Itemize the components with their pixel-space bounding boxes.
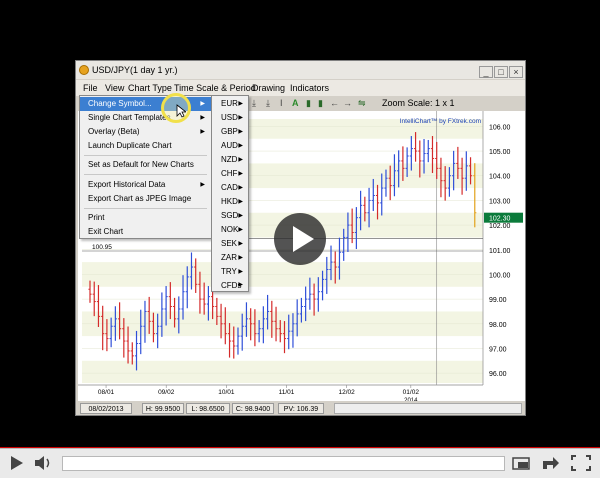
menu-indicators[interactable]: Indicators bbox=[290, 80, 329, 96]
menu-drawing[interactable]: Drawing bbox=[252, 80, 285, 96]
symbol-item[interactable]: AUD ▶ bbox=[212, 139, 248, 153]
app-icon bbox=[79, 65, 89, 75]
menu-view[interactable]: View bbox=[105, 80, 124, 96]
submenu-arrow-icon: ▶ bbox=[200, 129, 205, 135]
status-bar: 08/02/2013 H: 99.9500 L: 98.6500 C: 98.9… bbox=[76, 402, 525, 415]
x-sub-label: 2014 bbox=[404, 398, 418, 401]
zoom-icon[interactable]: ⇋ bbox=[358, 96, 366, 110]
symbol-submenu: EUR ▶ USD ▶ GBP ▶ AUD ▶ NZD ▶ CHF ▶ CAD ▶ HKD ▶ … bbox=[211, 95, 249, 292]
play-icon bbox=[293, 226, 314, 252]
symbol-item[interactable]: SEK ▶ bbox=[212, 237, 248, 251]
menu-file[interactable]: File bbox=[83, 80, 98, 96]
chart-band bbox=[82, 360, 483, 383]
download-alt-icon[interactable]: ⤓ bbox=[266, 96, 270, 110]
x-tick-label: 12/02 bbox=[339, 389, 356, 396]
symbol-item[interactable]: CFDs ▶ bbox=[212, 279, 248, 292]
x-tick-label: 11/01 bbox=[279, 389, 295, 396]
status-low: L: 98.6500 bbox=[186, 403, 230, 414]
current-price-label: 102.30 bbox=[489, 216, 511, 223]
menu-time-scale[interactable]: Time Scale & Period bbox=[174, 80, 256, 96]
menu-item-duplicate-chart[interactable]: Launch Duplicate Chart bbox=[80, 139, 211, 153]
status-high: H: 99.9500 bbox=[142, 403, 184, 414]
symbol-item[interactable]: HKD ▶ bbox=[212, 195, 248, 209]
file-menu: Change Symbol... ▶ Single Chart Templates… bbox=[79, 95, 212, 239]
menu-item-export-jpeg[interactable]: Export Chart as JPEG Image bbox=[80, 192, 211, 206]
download-icon[interactable]: ⤓ bbox=[252, 96, 256, 110]
symbol-item[interactable]: SGD ▶ bbox=[212, 209, 248, 223]
seek-bar[interactable] bbox=[62, 456, 505, 471]
status-pv: PV: 106.39 bbox=[278, 403, 324, 414]
x-tick-label: 08/01 bbox=[98, 389, 115, 396]
menu-item-export-data[interactable]: Export Historical Data ▶ bbox=[80, 178, 211, 192]
submenu-arrow-icon: ▶ bbox=[200, 101, 205, 107]
status-close: C: 98.9400 bbox=[232, 403, 274, 414]
menu-separator bbox=[84, 208, 207, 209]
horizontal-level-label: 100.95 bbox=[92, 244, 112, 251]
maximize-button[interactable]: □ bbox=[494, 66, 508, 78]
toolbar: ⤓ ⤓ I A ▮ ▮ ← → ⇋ Zoom Scale: 1 x 1 bbox=[248, 96, 525, 110]
cursor-line-icon[interactable]: I bbox=[280, 96, 283, 110]
play-button-icon[interactable] bbox=[10, 455, 24, 471]
menu-item-chart-templates[interactable]: Single Chart Templates ▶ bbox=[80, 111, 211, 125]
mini-player-icon[interactable] bbox=[512, 455, 532, 471]
menu-item-change-symbol[interactable]: Change Symbol... ▶ bbox=[80, 97, 211, 111]
volume-icon[interactable] bbox=[34, 455, 54, 471]
symbol-item[interactable]: CHF ▶ bbox=[212, 167, 248, 181]
symbol-item[interactable]: NZD ▶ bbox=[212, 153, 248, 167]
menu-item-set-default[interactable]: Set as Default for New Charts bbox=[80, 158, 211, 172]
y-tick-label: 106.00 bbox=[489, 124, 511, 131]
y-tick-label: 101.00 bbox=[489, 248, 511, 255]
y-tick-label: 102.00 bbox=[489, 223, 511, 230]
status-date: 08/02/2013 bbox=[80, 403, 132, 414]
symbol-item[interactable]: ZAR ▶ bbox=[212, 251, 248, 265]
x-tick-label: 10/01 bbox=[218, 389, 235, 396]
text-tool-icon[interactable]: A bbox=[292, 96, 299, 110]
symbol-item[interactable]: EUR ▶ bbox=[212, 97, 248, 111]
menu-item-exit-chart[interactable]: Exit Chart bbox=[80, 225, 211, 239]
menu-bar: File View Chart Type Time Scale & Period… bbox=[76, 80, 525, 96]
symbol-item[interactable]: NOK ▶ bbox=[212, 223, 248, 237]
horizontal-scrollbar[interactable] bbox=[334, 403, 522, 414]
brand-label: IntelliChart™ by FXtrek.com bbox=[400, 118, 481, 125]
title-bar: USD/JPY(1 day 1 yr.) _ □ × bbox=[76, 61, 525, 79]
symbol-item[interactable]: USD ▶ bbox=[212, 111, 248, 125]
fullscreen-icon[interactable] bbox=[571, 455, 591, 471]
menu-separator bbox=[84, 155, 207, 156]
y-tick-label: 105.00 bbox=[489, 149, 511, 156]
window-title: USD/JPY(1 day 1 yr.) bbox=[92, 65, 178, 75]
video-player-controls bbox=[0, 448, 600, 478]
arrow-left-icon[interactable]: ← bbox=[330, 96, 339, 110]
minimize-button[interactable]: _ bbox=[479, 66, 493, 78]
y-tick-label: 96.00 bbox=[489, 371, 507, 378]
y-tick-label: 97.00 bbox=[489, 346, 507, 353]
window-controls: _ □ × bbox=[478, 63, 523, 81]
y-tick-label: 99.00 bbox=[489, 297, 507, 304]
x-tick-label: 09/02 bbox=[158, 389, 175, 396]
menu-separator bbox=[84, 174, 207, 175]
menu-item-overlay[interactable]: Overlay (Beta) ▶ bbox=[80, 125, 211, 139]
x-tick-label: 01/02 bbox=[403, 389, 420, 396]
menu-chart-type[interactable]: Chart Type bbox=[128, 80, 172, 96]
symbol-item[interactable]: GBP ▶ bbox=[212, 125, 248, 139]
close-button[interactable]: × bbox=[509, 66, 523, 78]
symbol-item[interactable]: TRY ▶ bbox=[212, 265, 248, 279]
zoom-scale-label: Zoom Scale: 1 x 1 bbox=[382, 98, 455, 108]
mouse-pointer-icon bbox=[176, 104, 186, 118]
bar-chart-icon[interactable]: ▮ bbox=[306, 96, 311, 110]
submenu-arrow-icon: ▶ bbox=[200, 115, 205, 121]
symbol-item[interactable]: CAD ▶ bbox=[212, 181, 248, 195]
submenu-arrow-icon: ▶ bbox=[200, 182, 205, 188]
volume-icon[interactable]: ▮ bbox=[318, 96, 323, 110]
y-tick-label: 104.00 bbox=[489, 174, 511, 181]
play-overlay-button[interactable] bbox=[274, 213, 326, 265]
menu-item-print[interactable]: Print bbox=[80, 211, 211, 225]
y-tick-label: 100.00 bbox=[489, 272, 511, 279]
arrow-right-icon[interactable]: → bbox=[343, 96, 352, 110]
y-tick-label: 103.00 bbox=[489, 198, 511, 205]
y-tick-label: 98.00 bbox=[489, 322, 507, 329]
share-icon[interactable] bbox=[541, 455, 561, 471]
